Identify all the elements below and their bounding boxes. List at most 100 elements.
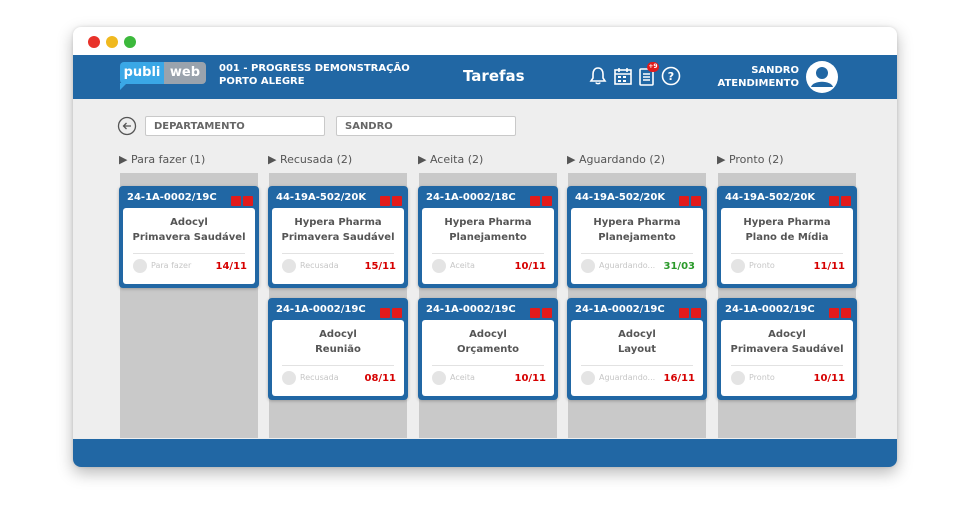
- task-card[interactable]: 44-19A-502/20K Hypera Pharma Plano de Mídi…: [717, 186, 857, 288]
- kanban-column: ▶ Pronto (2) 44-19A-502/20K Hypera Pharma P…: [717, 153, 857, 438]
- flag-icon: [679, 308, 689, 318]
- client-name: Hypera Pharma: [444, 217, 532, 228]
- card-body: Adocyl Primavera Saudável Pronto 10/11: [721, 320, 853, 396]
- user-filter[interactable]: SANDRO: [336, 116, 516, 136]
- column-header[interactable]: ▶ Para fazer (1): [119, 153, 205, 166]
- task-code: 24-1A-0002/19C: [276, 304, 366, 315]
- client-name: Adocyl: [319, 329, 357, 340]
- due-date: 10/11: [514, 261, 546, 272]
- card-divider: [731, 365, 843, 366]
- help-icon[interactable]: ?: [660, 65, 682, 87]
- column-header[interactable]: ▶ Aceita (2): [418, 153, 483, 166]
- task-code: 44-19A-502/20K: [725, 192, 816, 203]
- app-window: publi web 001 - PROGRESS DEMONSTRAÇÃO PO…: [73, 27, 897, 467]
- maximize-window-button[interactable]: [124, 36, 136, 48]
- card-divider: [581, 253, 693, 254]
- client-name: Hypera Pharma: [743, 217, 831, 228]
- task-card[interactable]: 24-1A-0002/19C Adocyl Layout Aguardando... 1…: [567, 298, 707, 400]
- task-card[interactable]: 24-1A-0002/19C Adocyl Orçamento Aceita 10/11: [418, 298, 558, 400]
- card-body: Hypera Pharma Plano de Mídia Pronto 11/11: [721, 208, 853, 284]
- flag-icon: [392, 196, 402, 206]
- flag-icon: [530, 196, 540, 206]
- flag-icon: [841, 308, 851, 318]
- due-date: 08/11: [364, 373, 396, 384]
- card-body: Adocyl Layout Aguardando... 16/11: [571, 320, 703, 396]
- flag-icon: [679, 196, 689, 206]
- bell-icon[interactable]: [587, 65, 609, 87]
- card-title: Hypera Pharma Plano de Mídia: [721, 215, 853, 245]
- flag-icon: [243, 196, 253, 206]
- task-card[interactable]: 24-1A-0002/18C Hypera Pharma Planejamento A…: [418, 186, 558, 288]
- status-label: Aguardando...: [599, 261, 656, 270]
- job-name: Primavera Saudável: [730, 344, 844, 355]
- card-title: Hypera Pharma Planejamento: [422, 215, 554, 245]
- job-name: Planejamento: [598, 232, 676, 243]
- task-card[interactable]: 24-1A-0002/19C Adocyl Primavera Saudável Pr…: [717, 298, 857, 400]
- client-name: Adocyl: [469, 329, 507, 340]
- notification-badge: +9: [647, 62, 659, 72]
- app-footer: [73, 439, 897, 467]
- status-label: Pronto: [749, 373, 775, 382]
- calendar-icon[interactable]: [612, 65, 634, 87]
- status-label: Recusada: [300, 261, 339, 270]
- minimize-window-button[interactable]: [106, 36, 118, 48]
- kanban-column: ▶ Recusada (2) 44-19A-502/20K Hypera Pharm…: [268, 153, 408, 438]
- status-label: Pronto: [749, 261, 775, 270]
- status-dot-icon: [282, 371, 296, 385]
- job-name: Primavera Saudável: [281, 232, 395, 243]
- due-date: 31/03: [663, 261, 695, 272]
- card-divider: [731, 253, 843, 254]
- status-dot-icon: [731, 371, 745, 385]
- task-card[interactable]: 24-1A-0002/19C Adocyl Reunião Recusada 08/11: [268, 298, 408, 400]
- job-name: Primavera Saudável: [132, 232, 246, 243]
- column-header[interactable]: ▶ Recusada (2): [268, 153, 352, 166]
- due-date: 10/11: [514, 373, 546, 384]
- card-title: Hypera Pharma Primavera Saudável: [272, 215, 404, 245]
- company-info: 001 - PROGRESS DEMONSTRAÇÃO PORTO ALEGRE: [219, 62, 410, 88]
- task-card[interactable]: 24-1A-0002/19C Adocyl Primavera Saudável Pa…: [119, 186, 259, 288]
- card-title: Adocyl Layout: [571, 327, 703, 357]
- card-body: Hypera Pharma Primavera Saudável Recusada 1…: [272, 208, 404, 284]
- kanban-column: ▶ Para fazer (1) 24-1A-0002/19C Adocyl Prim…: [119, 153, 259, 438]
- status-label: Aceita: [450, 261, 475, 270]
- company-city: PORTO ALEGRE: [219, 76, 305, 87]
- card-title: Hypera Pharma Planejamento: [571, 215, 703, 245]
- kanban-column: ▶ Aceita (2) 24-1A-0002/18C Hypera Pharma P…: [418, 153, 558, 438]
- flag-icon: [691, 196, 701, 206]
- column-header[interactable]: ▶ Pronto (2): [717, 153, 784, 166]
- flag-icon: [530, 308, 540, 318]
- column-header[interactable]: ▶ Aguardando (2): [567, 153, 665, 166]
- card-divider: [432, 253, 544, 254]
- due-date: 15/11: [364, 261, 396, 272]
- client-name: Hypera Pharma: [294, 217, 382, 228]
- logo-left-text: publi: [120, 62, 164, 84]
- card-title: Adocyl Reunião: [272, 327, 404, 357]
- back-arrow-icon[interactable]: [117, 116, 137, 136]
- status-dot-icon: [282, 259, 296, 273]
- task-code: 24-1A-0002/19C: [127, 192, 217, 203]
- card-body: Adocyl Reunião Recusada 08/11: [272, 320, 404, 396]
- task-code: 24-1A-0002/18C: [426, 192, 516, 203]
- user-role: ATENDIMENTO: [717, 78, 799, 89]
- client-name: Hypera Pharma: [593, 217, 681, 228]
- task-code: 24-1A-0002/19C: [725, 304, 815, 315]
- card-divider: [581, 365, 693, 366]
- task-card[interactable]: 44-19A-502/20K Hypera Pharma Planejamento A…: [567, 186, 707, 288]
- close-window-button[interactable]: [88, 36, 100, 48]
- status-dot-icon: [432, 259, 446, 273]
- flag-icon: [829, 308, 839, 318]
- publiweb-logo[interactable]: publi web: [120, 62, 206, 84]
- task-card[interactable]: 44-19A-502/20K Hypera Pharma Primavera Sau…: [268, 186, 408, 288]
- client-name: Adocyl: [618, 329, 656, 340]
- status-label: Para fazer: [151, 261, 192, 270]
- card-body: Adocyl Orçamento Aceita 10/11: [422, 320, 554, 396]
- job-name: Orçamento: [456, 344, 520, 355]
- department-filter[interactable]: DEPARTAMENTO: [145, 116, 325, 136]
- status-label: Aceita: [450, 373, 475, 382]
- avatar-icon[interactable]: [805, 60, 839, 94]
- flag-icon: [231, 196, 241, 206]
- card-body: Hypera Pharma Planejamento Aceita 10/11: [422, 208, 554, 284]
- due-date: 14/11: [215, 261, 247, 272]
- client-name: Adocyl: [768, 329, 806, 340]
- card-divider: [432, 365, 544, 366]
